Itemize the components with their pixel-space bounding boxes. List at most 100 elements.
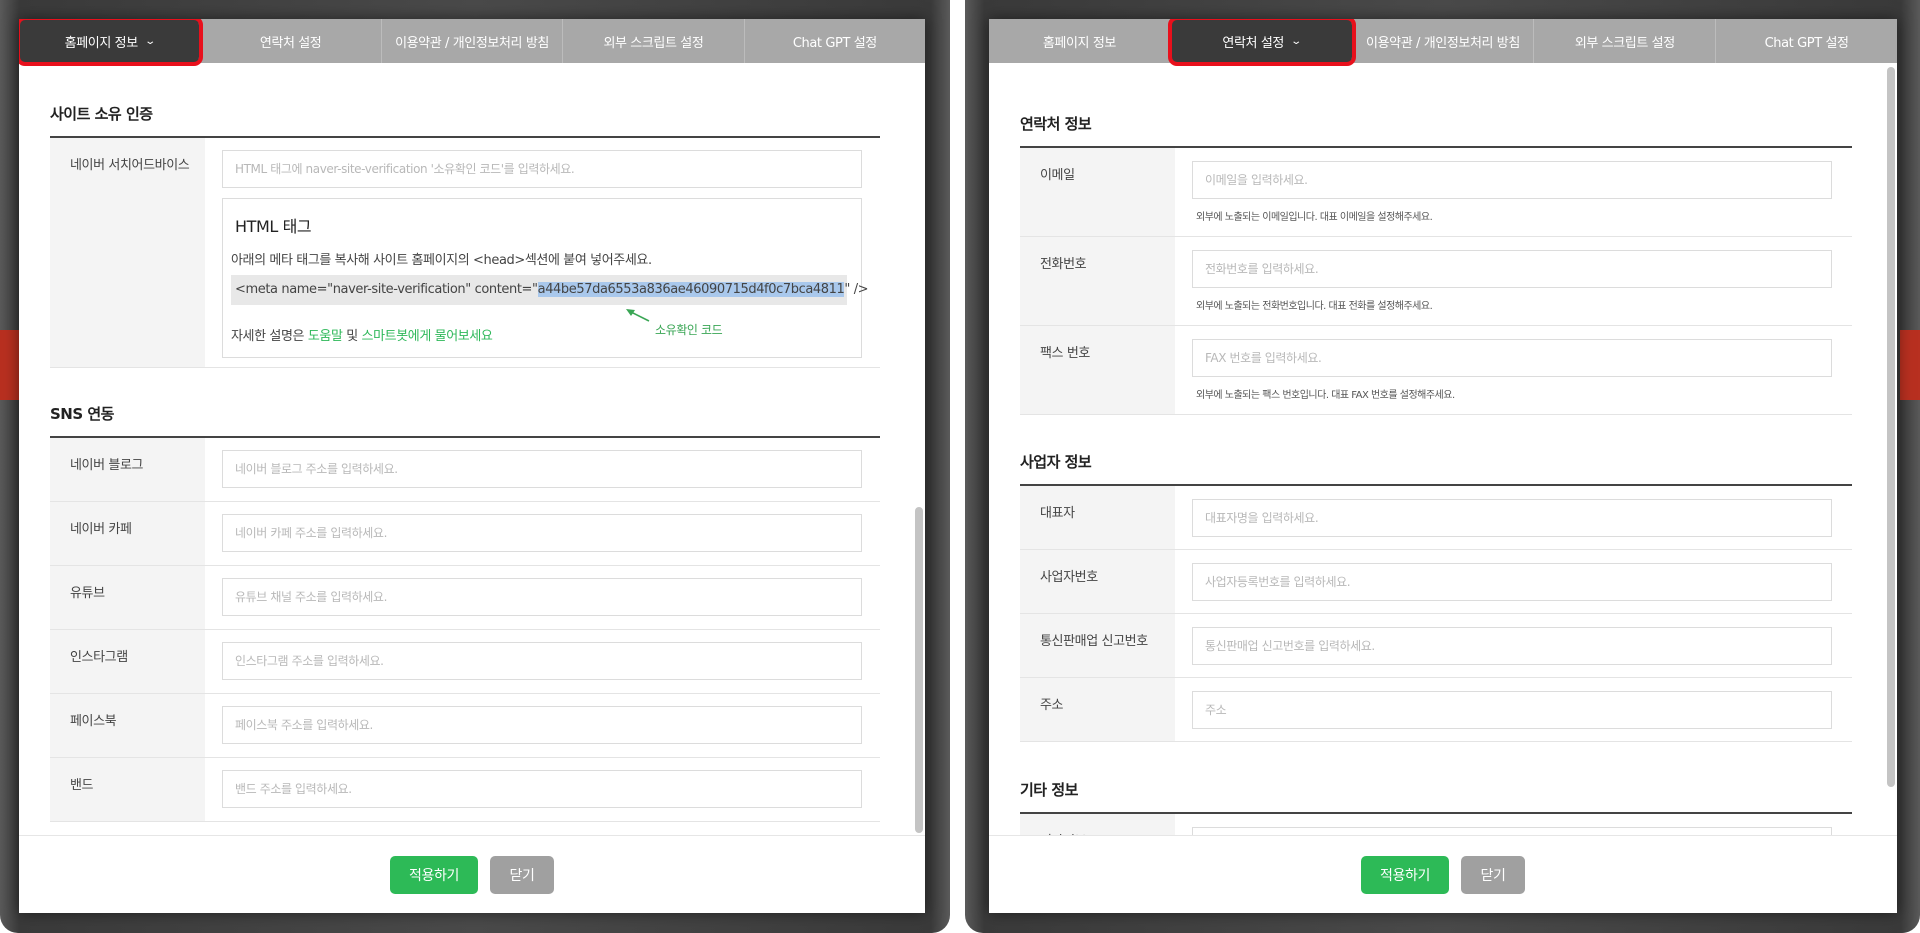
form-row-fax: 팩스 번호 외부에 노출되는 팩스 번호입니다. 대표 FAX 번호를 설정해주… (1020, 326, 1852, 415)
tab-chat-gpt[interactable]: Chat GPT 설정 (1716, 19, 1897, 63)
apply-button[interactable]: 적용하기 (390, 855, 478, 894)
tab-external-script[interactable]: 외부 스크립트 설정 (563, 19, 745, 63)
form-row-phone: 전화번호 외부에 노출되는 전화번호입니다. 대표 전화를 설정해주세요. (1020, 237, 1852, 326)
background-accent (0, 330, 20, 400)
section-title-sns: SNS 연동 (50, 405, 114, 423)
form-row-sns: 페이스북 (50, 694, 880, 758)
form-row-sns: 네이버 카페 (50, 502, 880, 566)
form-row-sns: 유튜브 (50, 566, 880, 630)
dialog-footer: 적용하기 닫기 (989, 835, 1897, 913)
phone-hint: 외부에 노출되는 전화번호입니다. 대표 전화를 설정해주세요. (1196, 301, 1433, 312)
etc-info-input[interactable] (1192, 827, 1832, 835)
form-row-naver-search-advisor: 네이버 서치어드바이스 HTML 태그 아래의 메타 태그를 복사해 사이트 홈… (50, 138, 880, 368)
row-label: 사업자번호 (1020, 550, 1175, 613)
scrollbar[interactable] (915, 67, 923, 833)
scrollbar-thumb[interactable] (915, 507, 923, 833)
background-accent (1900, 330, 1920, 400)
form-row-sns: 네이버 블로그 (50, 438, 880, 502)
smartbot-link[interactable]: 스마트봇에게 물어보세요 (362, 329, 493, 344)
meta-tag-snippet[interactable]: <meta name="naver-site-verification" con… (231, 275, 869, 305)
form-row-ecommerce-number: 통신판매업 신고번호 (1020, 614, 1852, 678)
section-title-etc: 기타 정보 (1020, 781, 1078, 799)
tab-label: 홈페이지 정보 (1042, 35, 1116, 51)
dialog-content: 연락처 정보 이메일 외부에 노출되는 이메일입니다. 대표 이메일을 설정해주… (989, 63, 1883, 835)
youtube-input[interactable] (222, 578, 862, 616)
tab-label: 외부 스크립트 설정 (1574, 35, 1675, 51)
band-input[interactable] (222, 770, 862, 808)
fax-input[interactable] (1192, 339, 1832, 377)
fax-hint: 외부에 노출되는 팩스 번호입니다. 대표 FAX 번호를 설정해주세요. (1196, 390, 1455, 401)
settings-dialog-contact: 홈페이지 정보 연락처 설정 ⌄ 이용약관 / 개인정보처리 방침 외부 스크립… (989, 19, 1897, 913)
ecommerce-number-input[interactable] (1192, 627, 1832, 665)
row-label: 페이스북 (50, 694, 205, 757)
tab-contact-settings[interactable]: 연락처 설정 ⌄ (1167, 19, 1356, 66)
chevron-down-icon: ⌄ (144, 35, 156, 47)
row-label: 대표자 (1020, 486, 1175, 549)
row-label: 밴드 (50, 758, 205, 821)
help-text: 자세한 설명은 도움말 및 스마트봇에게 물어보세요 (231, 325, 493, 344)
dialog-content: 사이트 소유 인증 네이버 서치어드바이스 HTML 태그 아래의 메타 태그를… (19, 63, 911, 835)
tab-terms-privacy[interactable]: 이용약관 / 개인정보처리 방침 (382, 19, 564, 63)
section-title-business: 사업자 정보 (1020, 453, 1092, 471)
row-label: 네이버 블로그 (50, 438, 205, 501)
tab-homepage-info[interactable]: 홈페이지 정보 (989, 19, 1171, 63)
help-mid: 및 (342, 329, 362, 344)
tab-label: 연락처 설정 (259, 35, 322, 51)
chevron-down-icon: ⌄ (1290, 35, 1302, 47)
form-row-etc: 기타정보 (1020, 814, 1852, 835)
ownership-code-annotation: 소유확인 코드 (655, 323, 723, 337)
tab-chat-gpt[interactable]: Chat GPT 설정 (745, 19, 925, 63)
tab-label: 연락처 설정 (1222, 35, 1284, 51)
html-tag-title: HTML 태그 (235, 217, 312, 236)
form-row-sns: 인스타그램 (50, 630, 880, 694)
ceo-name-input[interactable] (1192, 499, 1832, 537)
help-link[interactable]: 도움말 (308, 329, 343, 344)
form-row-sns: 밴드 (50, 758, 880, 822)
arrow-icon (626, 309, 650, 322)
naver-blog-input[interactable] (222, 450, 862, 488)
form-row-business-number: 사업자번호 (1020, 550, 1852, 614)
close-button[interactable]: 닫기 (1461, 855, 1525, 894)
settings-dialog-homepage-info: 홈페이지 정보 ⌄ 연락처 설정 이용약관 / 개인정보처리 방침 외부 스크립… (19, 19, 925, 913)
row-label: 네이버 카페 (50, 502, 205, 565)
row-label: 네이버 서치어드바이스 (50, 138, 205, 367)
row-label: 기타정보 (1020, 814, 1175, 835)
verification-code-highlight: a44be57da6553a836ae46090715d4f0c7bca4811 (537, 282, 845, 297)
row-label: 통신판매업 신고번호 (1020, 614, 1175, 677)
row-label: 팩스 번호 (1020, 326, 1175, 414)
section-title-contact: 연락처 정보 (1020, 115, 1092, 133)
section-title-site-verification: 사이트 소유 인증 (50, 105, 153, 123)
row-label: 전화번호 (1020, 237, 1175, 325)
close-button[interactable]: 닫기 (490, 855, 554, 894)
form-row-email: 이메일 외부에 노출되는 이메일입니다. 대표 이메일을 설정해주세요. (1020, 148, 1852, 237)
tab-label: 이용약관 / 개인정보처리 방침 (395, 35, 549, 51)
tab-label: 홈페이지 정보 (64, 35, 138, 51)
scrollbar[interactable] (1887, 67, 1895, 831)
scrollbar-thumb[interactable] (1887, 67, 1895, 787)
tab-terms-privacy[interactable]: 이용약관 / 개인정보처리 방침 (1353, 19, 1535, 63)
row-label: 이메일 (1020, 148, 1175, 236)
tab-bar: 홈페이지 정보 연락처 설정 ⌄ 이용약관 / 개인정보처리 방침 외부 스크립… (989, 19, 1897, 66)
tab-external-script[interactable]: 외부 스크립트 설정 (1534, 19, 1717, 63)
tab-label: Chat GPT 설정 (1764, 35, 1849, 51)
meta-tag-prefix: <meta name="naver-site-verification" con… (235, 282, 538, 297)
tab-homepage-info[interactable]: 홈페이지 정보 ⌄ (19, 19, 204, 66)
form-row-address: 주소 (1020, 678, 1852, 742)
help-prefix: 자세한 설명은 (231, 329, 308, 344)
business-number-input[interactable] (1192, 563, 1832, 601)
phone-input[interactable] (1192, 250, 1832, 288)
tab-bar: 홈페이지 정보 ⌄ 연락처 설정 이용약관 / 개인정보처리 방침 외부 스크립… (19, 19, 925, 66)
tab-label: 이용약관 / 개인정보처리 방침 (1366, 35, 1520, 51)
address-input[interactable] (1192, 691, 1832, 729)
email-input[interactable] (1192, 161, 1832, 199)
naver-verification-input[interactable] (222, 150, 862, 188)
tab-label: 외부 스크립트 설정 (603, 35, 704, 51)
dialog-footer: 적용하기 닫기 (19, 835, 925, 913)
tab-contact-settings[interactable]: 연락처 설정 (200, 19, 382, 63)
instagram-input[interactable] (222, 642, 862, 680)
apply-button[interactable]: 적용하기 (1361, 855, 1449, 894)
facebook-input[interactable] (222, 706, 862, 744)
naver-cafe-input[interactable] (222, 514, 862, 552)
html-tag-description: 아래의 메타 태그를 복사해 사이트 홈페이지의 <head>섹션에 붙여 넣어… (231, 253, 652, 268)
email-hint: 외부에 노출되는 이메일입니다. 대표 이메일을 설정해주세요. (1196, 212, 1433, 223)
